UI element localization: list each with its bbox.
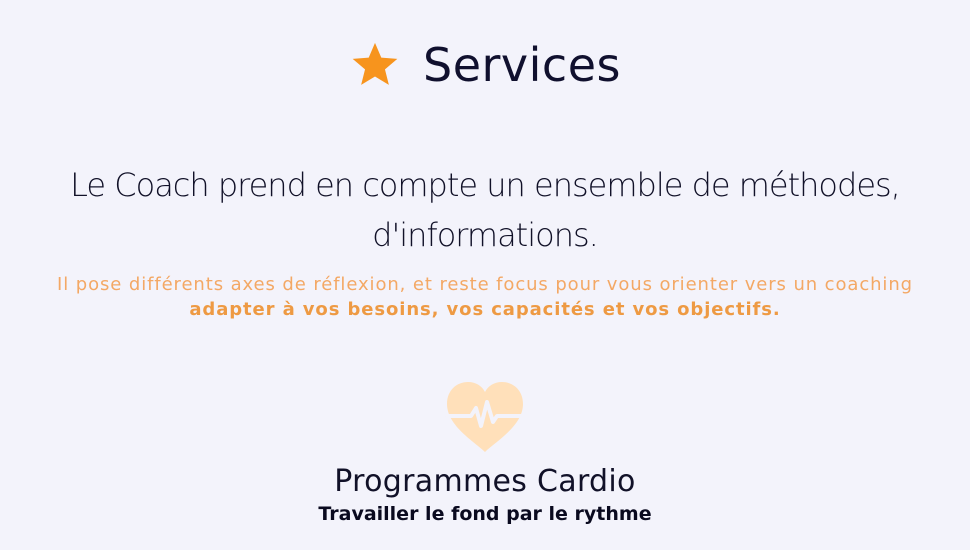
- intro-line-1: Le Coach prend en compte un ensemble de …: [70, 166, 901, 204]
- subtitle-line-1: Il pose différents axes de réflexion, et…: [57, 274, 913, 295]
- page-title: Services: [423, 38, 621, 92]
- service-card-cardio: Programmes Cardio Travailler le fond par…: [0, 380, 970, 525]
- star-icon: [352, 42, 398, 85]
- heart-pulse-icon: [445, 382, 525, 452]
- section-header: Services: [0, 38, 970, 92]
- intro-subtitle: Il pose différents axes de réflexion, et…: [0, 272, 970, 322]
- service-description: Travailler le fond par le rythme: [318, 503, 652, 525]
- intro-text: Le Coach prend en compte un ensemble de …: [0, 160, 970, 260]
- service-title: Programmes Cardio: [334, 464, 636, 499]
- subtitle-line-2: adapter à vos besoins, vos capacités et …: [189, 299, 781, 320]
- intro-line-2: d'informations.: [372, 216, 599, 254]
